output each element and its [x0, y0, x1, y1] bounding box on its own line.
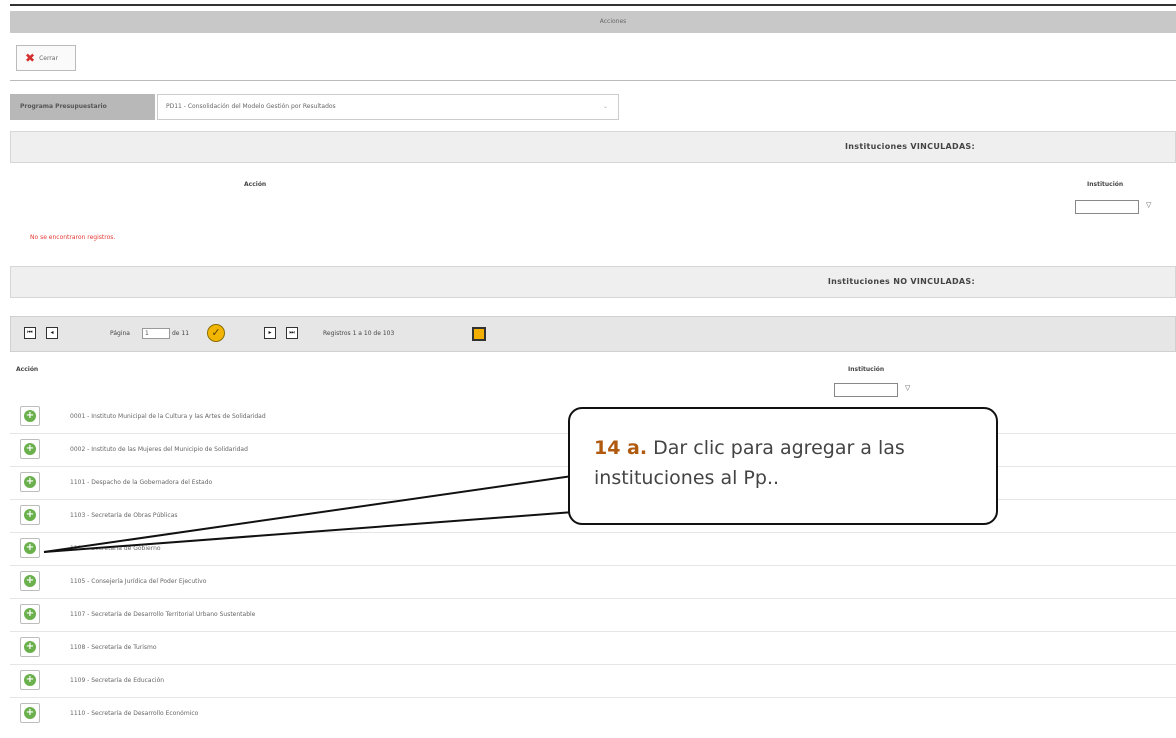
next-page-button[interactable]: ▸ [264, 327, 276, 339]
add-institution-button[interactable] [20, 439, 40, 459]
page-label: Página [110, 330, 130, 337]
add-institution-button[interactable] [20, 703, 40, 723]
window-title: Acciones [599, 18, 627, 25]
table-row: 1105 - Consejería Jurídica del Poder Eje… [10, 566, 1176, 599]
add-institution-button[interactable] [20, 670, 40, 690]
programa-select-value: PD11 - Consolidación del Modelo Gestión … [166, 103, 336, 110]
vinculadas-empty-message: No se encontraron registros. [30, 234, 116, 241]
institution-label: 1108 - Secretaría de Turismo [70, 644, 157, 651]
no-vinculadas-header: Instituciones NO VINCULADAS: [10, 266, 1176, 298]
institution-label: 1109 - Secretaría de Educación [70, 677, 165, 684]
filter-icon[interactable]: ▽ [1146, 201, 1151, 209]
chevron-down-icon: ⌄ [602, 103, 608, 110]
add-institution-button[interactable] [20, 637, 40, 657]
window-titlebar: Acciones [10, 11, 1176, 33]
page-number-input[interactable]: 1 [142, 328, 170, 339]
last-page-button[interactable]: ⏭ [286, 327, 298, 339]
filter-icon[interactable]: ▽ [905, 384, 910, 392]
no-vinculadas-col-accion: Acción [16, 366, 39, 373]
add-institution-button[interactable] [20, 406, 40, 426]
top-border [10, 4, 1176, 6]
vinculadas-col-accion: Acción [244, 181, 267, 188]
records-label: Registros 1 a 10 de 103 [323, 330, 395, 337]
first-page-button[interactable]: ⏮ [24, 327, 36, 339]
prev-page-button[interactable]: ◂ [46, 327, 58, 339]
institution-label: 1101 - Despacho de la Gobernadora del Es… [70, 479, 213, 486]
vinculadas-col-institucion: Institución [1087, 181, 1124, 188]
vinculadas-filter-input[interactable] [1075, 200, 1139, 214]
institution-label: 0001 - Instituto Municipal de la Cultura… [70, 413, 266, 420]
institution-label: 0002 - Instituto de las Mujeres del Muni… [70, 446, 248, 453]
vinculadas-header: Instituciones VINCULADAS: [10, 131, 1176, 163]
institution-label: 1110 - Secretaría de Desarrollo Económic… [70, 710, 199, 717]
institution-label: 1105 - Consejería Jurídica del Poder Eje… [70, 578, 207, 585]
table-row: 1107 - Secretaría de Desarrollo Territor… [10, 599, 1176, 632]
table-row: 1109 - Secretaría de Educación [10, 665, 1176, 698]
institution-label: 1103 - Secretaría de Obras Públicas [70, 512, 178, 519]
table-row: 1104 - Secretaría de Gobierno [10, 533, 1176, 566]
page-count-label: de 11 [172, 330, 190, 337]
add-institution-button[interactable] [20, 472, 40, 492]
close-button[interactable]: ✖ Cerrar [16, 45, 76, 71]
close-button-label: Cerrar [39, 54, 58, 62]
no-vinculadas-col-institucion: Institución [848, 366, 885, 373]
table-row: 1108 - Secretaría de Turismo [10, 632, 1176, 665]
add-institution-button[interactable] [20, 505, 40, 525]
close-icon: ✖ [25, 51, 36, 65]
callout-box: 14 a. Dar clic para agregar a las instit… [568, 407, 998, 525]
checkmark-icon: ✓ [211, 326, 221, 339]
go-page-button[interactable]: ✓ [207, 324, 225, 342]
institution-label: 1104 - Secretaría de Gobierno [70, 545, 161, 552]
export-icon[interactable] [472, 327, 486, 341]
callout-step: 14 a. [594, 437, 648, 459]
institution-label: 1107 - Secretaría de Desarrollo Territor… [70, 611, 256, 618]
toolbar [10, 36, 1176, 81]
programa-label: Programa Presupuestario [10, 94, 155, 120]
table-row: 1110 - Secretaría de Desarrollo Económic… [10, 698, 1176, 731]
add-institution-button[interactable] [20, 604, 40, 624]
add-institution-button[interactable] [20, 571, 40, 591]
programa-select[interactable]: PD11 - Consolidación del Modelo Gestión … [157, 94, 619, 120]
add-institution-button[interactable] [20, 538, 40, 558]
no-vinculadas-filter-input[interactable] [834, 383, 898, 397]
